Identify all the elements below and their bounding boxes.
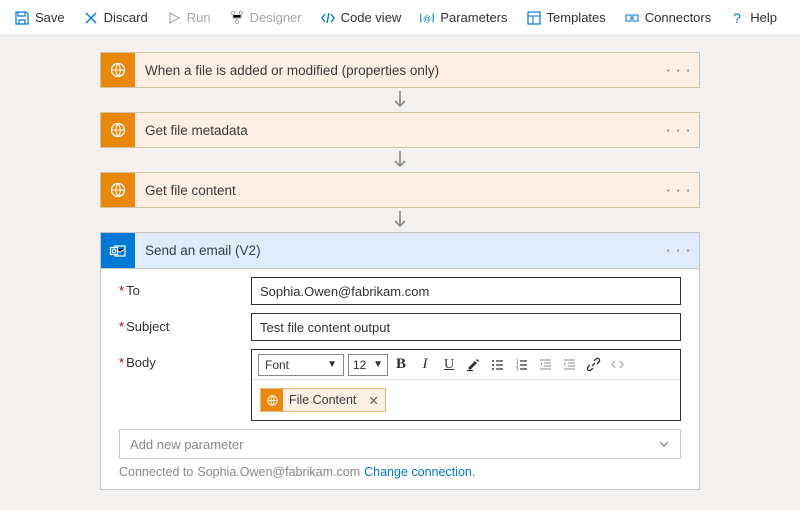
codeview-label: Code view bbox=[341, 10, 402, 25]
svg-text:3: 3 bbox=[516, 368, 519, 373]
outlook-icon bbox=[101, 233, 135, 268]
templates-icon bbox=[526, 10, 542, 26]
rte-toolbar: Font▼ 12▼ B I U 123 bbox=[252, 350, 680, 380]
label-to: *To bbox=[119, 277, 251, 298]
parameters-button[interactable]: @ Parameters bbox=[411, 6, 515, 30]
bullet-list-button[interactable] bbox=[486, 354, 508, 376]
font-picker[interactable]: Font▼ bbox=[258, 354, 344, 376]
connected-account: Sophia.Owen@fabrikam.com bbox=[197, 465, 360, 479]
arrow-icon bbox=[100, 148, 700, 172]
step-content-menu[interactable]: · · · bbox=[659, 173, 699, 207]
templates-button[interactable]: Templates bbox=[518, 6, 614, 30]
run-label: Run bbox=[187, 10, 211, 25]
step-email-title: Send an email (V2) bbox=[135, 233, 659, 268]
token-remove[interactable]: ✕ bbox=[362, 393, 384, 408]
svg-text:@: @ bbox=[423, 14, 431, 23]
sharepoint-icon bbox=[101, 53, 135, 87]
token-file-content[interactable]: File Content ✕ bbox=[260, 388, 386, 412]
number-list-button[interactable]: 123 bbox=[510, 354, 532, 376]
body-editor[interactable]: Font▼ 12▼ B I U 123 bbox=[251, 349, 681, 421]
chevron-down-icon: ▼ bbox=[327, 359, 337, 370]
indent-button[interactable] bbox=[558, 354, 580, 376]
step-content-title: Get file content bbox=[135, 173, 659, 207]
run-button[interactable]: Run bbox=[158, 6, 219, 30]
label-subject: *Subject bbox=[119, 313, 251, 334]
email-body: *To *Subject *Body Font▼ 12▼ B bbox=[101, 269, 699, 421]
arrow-icon bbox=[100, 208, 700, 232]
token-label: File Content bbox=[283, 393, 362, 407]
connectors-icon bbox=[624, 10, 640, 26]
bold-button[interactable]: B bbox=[390, 354, 412, 376]
link-button[interactable] bbox=[582, 354, 604, 376]
sharepoint-icon bbox=[101, 113, 135, 147]
subject-input[interactable] bbox=[251, 313, 681, 341]
flow: When a file is added or modified (proper… bbox=[100, 52, 700, 490]
field-to: *To bbox=[119, 277, 681, 305]
save-icon bbox=[14, 10, 30, 26]
connectors-button[interactable]: Connectors bbox=[616, 6, 719, 30]
font-size-picker[interactable]: 12▼ bbox=[348, 354, 388, 376]
step-metadata-menu[interactable]: · · · bbox=[659, 113, 699, 147]
add-parameter-label: Add new parameter bbox=[130, 437, 243, 452]
step-email-header[interactable]: Send an email (V2) · · · bbox=[101, 233, 699, 269]
parameters-label: Parameters bbox=[440, 10, 507, 25]
chevron-down-icon bbox=[658, 438, 670, 450]
help-icon: ? bbox=[729, 10, 745, 26]
outdent-button[interactable] bbox=[534, 354, 556, 376]
designer-label: Designer bbox=[250, 10, 302, 25]
step-trigger[interactable]: When a file is added or modified (proper… bbox=[100, 52, 700, 88]
step-metadata[interactable]: Get file metadata · · · bbox=[100, 112, 700, 148]
toolbar: Save Discard Run Designer Code view @ Pa… bbox=[0, 0, 800, 36]
step-content[interactable]: Get file content · · · bbox=[100, 172, 700, 208]
save-label: Save bbox=[35, 10, 65, 25]
body-content[interactable]: File Content ✕ bbox=[252, 380, 680, 420]
discard-button[interactable]: Discard bbox=[75, 6, 156, 30]
step-email: Send an email (V2) · · · *To *Subject *B… bbox=[100, 232, 700, 490]
sharepoint-icon bbox=[261, 389, 283, 411]
codeview-button[interactable]: Code view bbox=[312, 6, 410, 30]
add-parameter-dropdown[interactable]: Add new parameter bbox=[119, 429, 681, 459]
help-label: Help bbox=[750, 10, 777, 25]
codeview-icon bbox=[320, 10, 336, 26]
label-body: *Body bbox=[119, 349, 251, 370]
field-body: *Body Font▼ 12▼ B I U 123 bbox=[119, 349, 681, 421]
discard-label: Discard bbox=[104, 10, 148, 25]
designer-button[interactable]: Designer bbox=[221, 6, 310, 30]
code-toggle-button[interactable] bbox=[606, 354, 628, 376]
chevron-down-icon: ▼ bbox=[373, 359, 383, 370]
sharepoint-icon bbox=[101, 173, 135, 207]
save-button[interactable]: Save bbox=[6, 6, 73, 30]
to-input[interactable] bbox=[251, 277, 681, 305]
help-button[interactable]: ? Help bbox=[721, 6, 785, 30]
underline-button[interactable]: U bbox=[438, 354, 460, 376]
step-trigger-title: When a file is added or modified (proper… bbox=[135, 53, 659, 87]
designer-canvas: When a file is added or modified (proper… bbox=[0, 36, 800, 510]
designer-icon bbox=[229, 10, 245, 26]
svg-text:?: ? bbox=[733, 10, 741, 26]
step-email-menu[interactable]: · · · bbox=[659, 233, 699, 268]
run-icon bbox=[166, 10, 182, 26]
arrow-icon bbox=[100, 88, 700, 112]
highlight-button[interactable] bbox=[462, 354, 484, 376]
connection-info: Connected to Sophia.Owen@fabrikam.com Ch… bbox=[119, 465, 681, 479]
step-metadata-title: Get file metadata bbox=[135, 113, 659, 147]
italic-button[interactable]: I bbox=[414, 354, 436, 376]
step-trigger-menu[interactable]: · · · bbox=[659, 53, 699, 87]
connected-prefix: Connected to bbox=[119, 465, 193, 479]
change-connection-link[interactable]: Change connection. bbox=[364, 465, 475, 479]
templates-label: Templates bbox=[547, 10, 606, 25]
connectors-label: Connectors bbox=[645, 10, 711, 25]
field-subject: *Subject bbox=[119, 313, 681, 341]
discard-icon bbox=[83, 10, 99, 26]
parameters-icon: @ bbox=[419, 10, 435, 26]
